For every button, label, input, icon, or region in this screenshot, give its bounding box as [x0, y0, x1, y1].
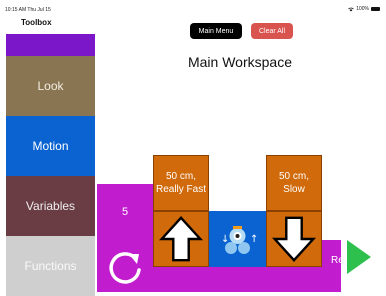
backward-block[interactable]: [266, 211, 322, 267]
toolbox-category-functions[interactable]: Functions: [6, 236, 95, 296]
clear-all-button[interactable]: Clear All: [251, 23, 293, 39]
status-bar: 10:15 AM Thu Jul 15 100%: [0, 0, 386, 16]
wifi-icon: [348, 7, 354, 11]
toolbox-category-motion[interactable]: Motion: [6, 116, 95, 176]
toolbox-category-variables[interactable]: Variables: [6, 176, 95, 236]
toolbox-title: Toolbox: [21, 18, 52, 27]
status-time: 10:15 AM Thu Jul 15: [5, 7, 51, 13]
status-indicators: 100%: [348, 6, 380, 12]
forward-block[interactable]: [153, 211, 209, 267]
battery-percent: 100%: [356, 6, 369, 12]
robot-block[interactable]: ↓ ↑: [209, 211, 266, 267]
down-arrow-icon: [271, 216, 317, 263]
toolbox-category-look[interactable]: Look: [6, 56, 95, 116]
toolbox: Look Motion Variables Functions: [6, 34, 95, 296]
variable-block[interactable]: 5: [97, 184, 153, 240]
end-block-label: Re: [331, 255, 341, 266]
end-block[interactable]: Re: [322, 240, 341, 292]
battery-icon: [371, 7, 380, 11]
robot-icon: ↓ ↑: [221, 226, 258, 254]
workspace-title: Main Workspace: [187, 54, 292, 70]
right-speed-label[interactable]: 50 cm, Slow: [266, 155, 322, 211]
left-speed-label[interactable]: 50 cm, Really Fast: [153, 155, 209, 211]
loop-icon: [109, 252, 141, 284]
toolbox-category-partial[interactable]: [6, 34, 95, 56]
main-menu-button[interactable]: Main Menu: [190, 23, 242, 39]
play-icon[interactable]: [347, 240, 371, 274]
up-arrow-icon: [158, 215, 204, 262]
svg-text:↑: ↑: [250, 234, 258, 245]
